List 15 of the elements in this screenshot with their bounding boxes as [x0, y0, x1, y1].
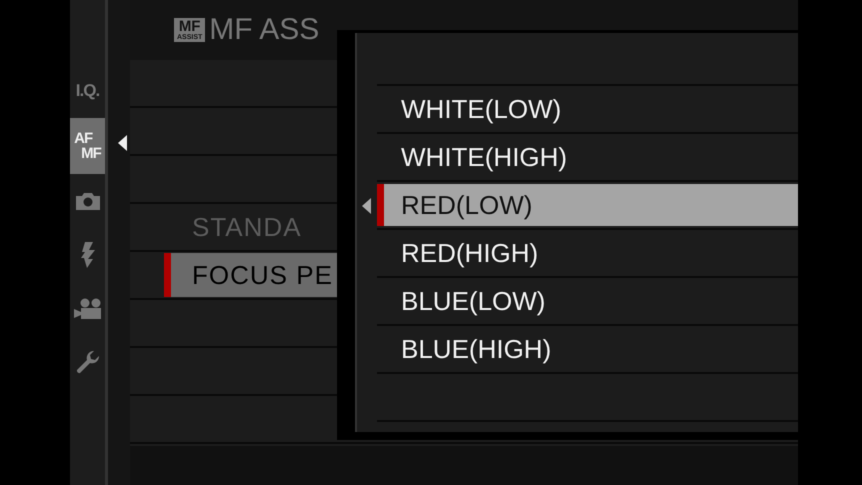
- pointer-arrow-icon: [362, 198, 371, 214]
- option-item[interactable]: BLUE(HIGH): [377, 328, 798, 370]
- movie-camera-icon: [72, 298, 102, 320]
- wrench-icon: [74, 350, 100, 376]
- camera-icon: [74, 191, 100, 211]
- option-item[interactable]: RED(LOW): [377, 184, 798, 226]
- menu-title: MF ASS: [209, 13, 320, 47]
- flash-icon: [80, 242, 96, 268]
- pointer-arrow-icon: [118, 135, 127, 151]
- option-item[interactable]: WHITE(HIGH): [377, 136, 798, 178]
- option-item[interactable]: BLUE(LOW): [377, 280, 798, 322]
- menu-tab[interactable]: I.Q.: [70, 64, 105, 118]
- option-item[interactable]: RED(HIGH): [377, 232, 798, 274]
- menu-tab[interactable]: AF MF: [70, 118, 105, 174]
- option-item[interactable]: WHITE(LOW): [377, 88, 798, 130]
